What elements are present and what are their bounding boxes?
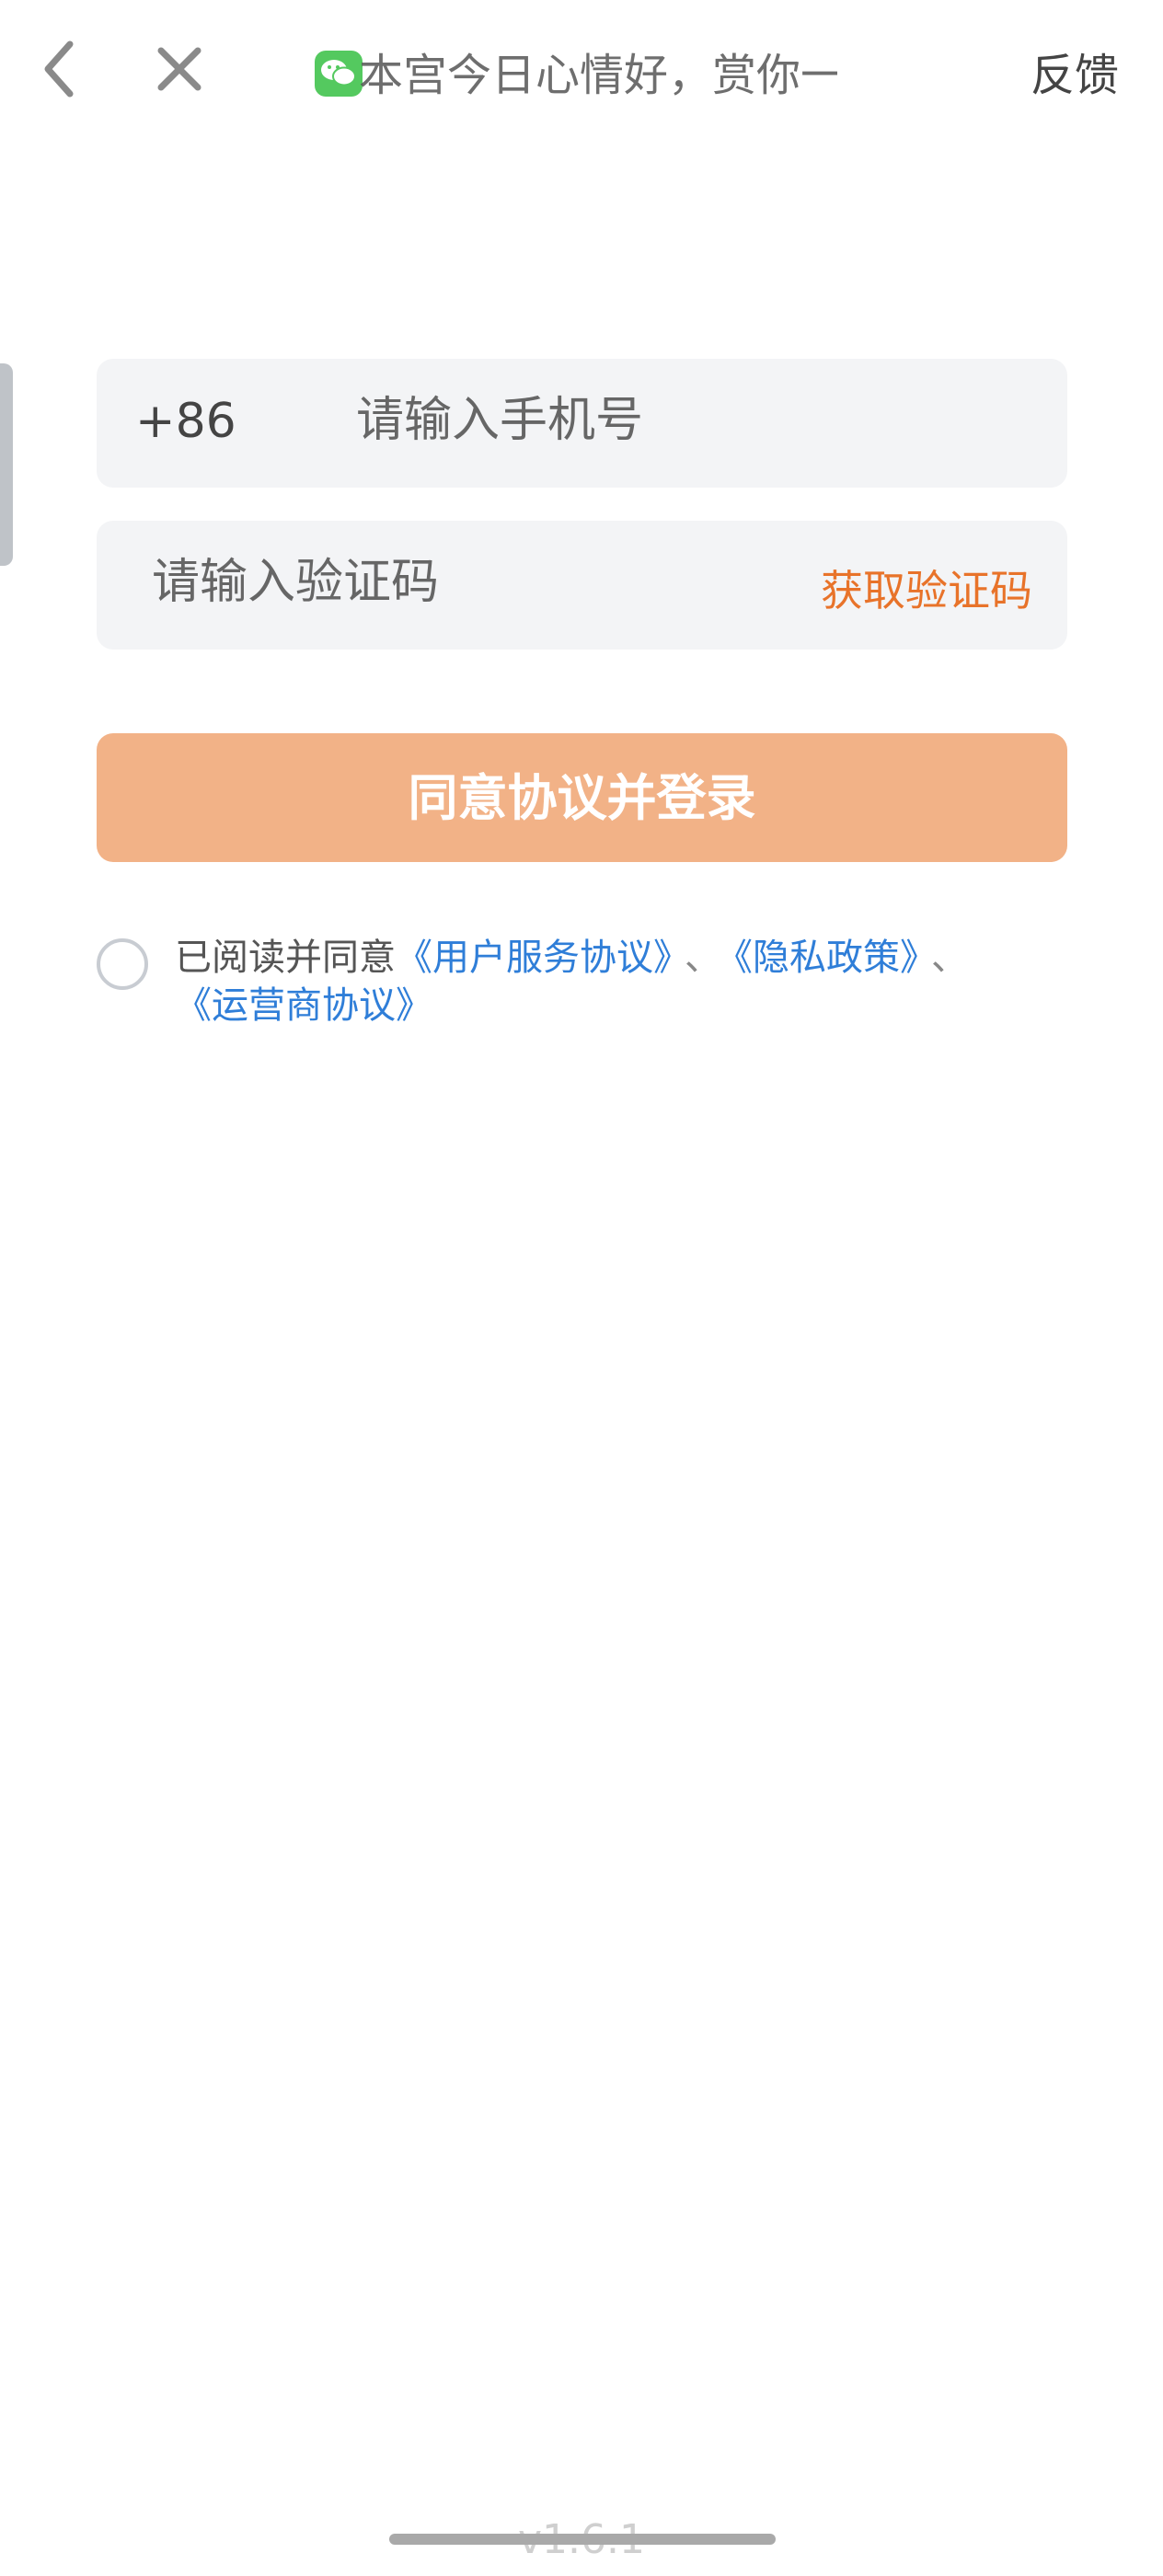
phone-field[interactable]: +86 <box>97 359 1067 488</box>
agreement-separator: 、 <box>685 937 721 979</box>
home-indicator[interactable] <box>389 2534 776 2545</box>
wechat-icon <box>315 51 363 97</box>
top-bar: 本宫今日心情好，赏你一 反馈 <box>0 0 1163 147</box>
privacy-policy-link[interactable]: 《隐私政策》 <box>734 937 918 979</box>
phone-input[interactable] <box>354 392 1020 449</box>
user-service-agreement-link[interactable]: 《用户服务协议》 <box>396 937 672 979</box>
agreement-separator: 、 <box>931 937 968 979</box>
agreement-checkbox[interactable] <box>97 938 148 990</box>
agreement-text: 已阅读并同意《用户服务协议》、《隐私政策》、《运营商协议》 <box>175 934 1077 1029</box>
login-button[interactable]: 同意协议并登录 <box>97 733 1067 862</box>
back-button[interactable] <box>37 37 92 101</box>
notification-marquee[interactable]: 本宫今日心情好，赏你一 <box>359 39 837 103</box>
close-button[interactable] <box>152 41 207 97</box>
close-icon <box>152 41 207 97</box>
feedback-link[interactable]: 反馈 <box>1031 39 1119 103</box>
agreement-prefix: 已阅读并同意 <box>175 937 396 979</box>
chevron-left-icon <box>37 37 92 101</box>
carrier-agreement-link[interactable]: 《运营商协议》 <box>175 984 432 1027</box>
verification-code-input[interactable] <box>150 554 706 611</box>
country-code[interactable]: +86 <box>135 394 236 449</box>
get-code-button[interactable]: 获取验证码 <box>821 558 1032 618</box>
verification-code-field[interactable]: 获取验证码 <box>97 521 1067 650</box>
side-drag-handle[interactable] <box>0 363 13 566</box>
